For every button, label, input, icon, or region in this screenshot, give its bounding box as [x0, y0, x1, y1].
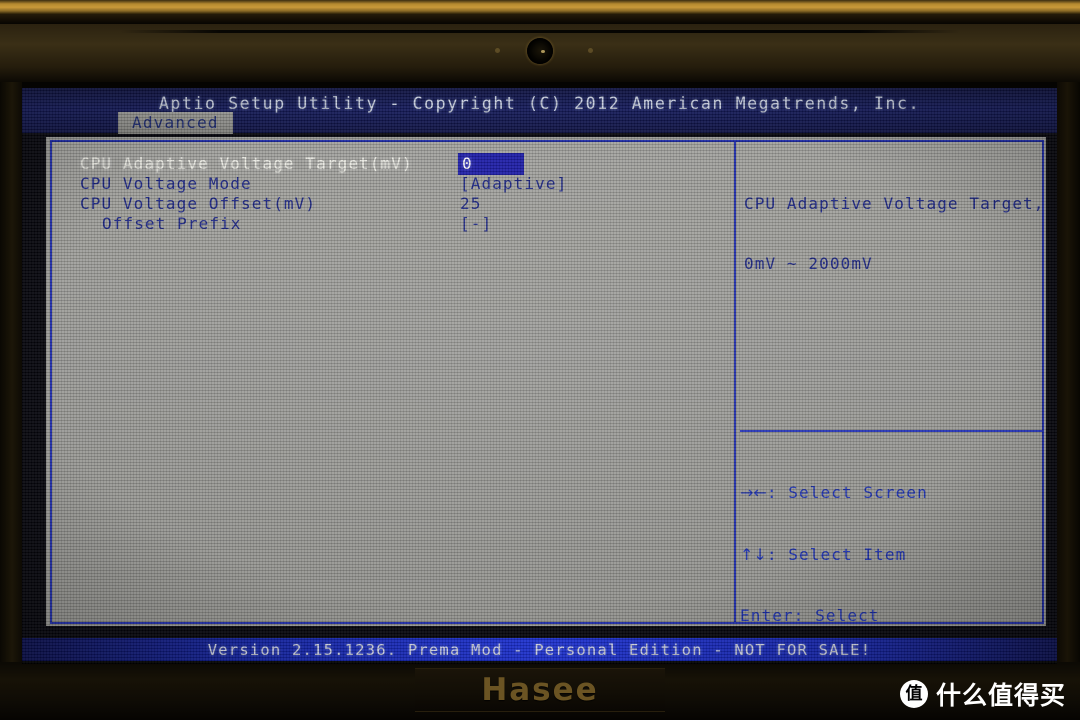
laptop-brand-label: Hasee: [481, 672, 599, 708]
tab-advanced[interactable]: Advanced: [118, 112, 233, 134]
laptop-left-bezel: [0, 82, 22, 667]
setting-row-cpu-adaptive-voltage-target[interactable]: CPU Adaptive Voltage Target(mV) 0: [80, 153, 720, 175]
help-keys-separator: [740, 430, 1042, 432]
arrow-left-right-icon: →←: [740, 483, 767, 502]
help-text: CPU Adaptive Voltage Target, 0mV ~ 2000m…: [744, 154, 1045, 314]
key-legend-item: Enter: Select: [740, 606, 1040, 627]
key-legend: →←: Select Screen ↑↓: Select Item Enter:…: [740, 442, 1040, 664]
microphone-pinhole-right: [588, 48, 593, 53]
settings-list: CPU Adaptive Voltage Target(mV) 0 CPU Vo…: [80, 153, 720, 234]
key-legend-label: : Select Screen: [766, 483, 928, 502]
key-legend-item: ↑↓: Select Item: [740, 545, 1040, 566]
setting-row-cpu-voltage-mode[interactable]: CPU Voltage Mode [Adaptive]: [80, 174, 720, 194]
help-line-2: 0mV ~ 2000mV: [744, 254, 873, 273]
bezel-groove: [120, 30, 960, 33]
webcam-icon: [527, 38, 553, 64]
screen-bottom-edge: [22, 661, 1057, 664]
lcd-screen: Aptio Setup Utility - Copyright (C) 2012…: [22, 88, 1057, 664]
bios-main-panel: CPU Adaptive Voltage Target(mV) 0 CPU Vo…: [50, 140, 1045, 625]
photo-of-laptop-screen: Hasee 值 什么值得买 Aptio Setup Utility - Copy…: [0, 0, 1080, 720]
key-legend-label: : Select Item: [766, 544, 907, 564]
key-name: Enter: [740, 606, 794, 625]
watermark-logo-icon: 值: [900, 680, 928, 708]
cpu-adaptive-voltage-target-input[interactable]: 0: [458, 153, 524, 175]
setting-row-offset-prefix[interactable]: Offset Prefix [-]: [80, 214, 720, 234]
panel-vertical-divider: [734, 142, 736, 622]
laptop-hinge-line: [0, 14, 1080, 24]
setting-label: CPU Voltage Offset(mV): [80, 194, 317, 213]
webcam-lens-glint: [541, 50, 545, 53]
cpu-voltage-offset-value[interactable]: 25: [460, 194, 481, 213]
watermark: 值 什么值得买: [900, 676, 1066, 712]
laptop-right-bezel: [1057, 82, 1080, 667]
setting-label: CPU Adaptive Voltage Target(mV): [80, 154, 413, 173]
offset-prefix-value[interactable]: [-]: [460, 214, 492, 233]
arrow-up-down-icon: ↑↓: [740, 544, 767, 564]
help-line-1: CPU Adaptive Voltage Target,: [744, 194, 1045, 213]
setting-label: Offset Prefix: [102, 214, 242, 233]
laptop-lid-edge: [0, 0, 1080, 14]
bios-tab-strip: Advanced: [22, 112, 1057, 134]
key-legend-item: →←: Select Screen: [740, 483, 1040, 504]
setting-row-cpu-voltage-offset[interactable]: CPU Voltage Offset(mV) 25: [80, 194, 720, 214]
setting-label: CPU Voltage Mode: [80, 174, 252, 193]
microphone-pinhole-left: [495, 48, 500, 53]
watermark-text: 什么值得买: [936, 681, 1067, 710]
key-legend-label: : Select: [793, 606, 880, 625]
bios-title: Aptio Setup Utility - Copyright (C) 2012…: [158, 94, 921, 113]
bios-version-text: Version 2.15.1236. Prema Mod - Personal …: [207, 641, 872, 659]
cpu-voltage-mode-value[interactable]: [Adaptive]: [460, 174, 567, 193]
